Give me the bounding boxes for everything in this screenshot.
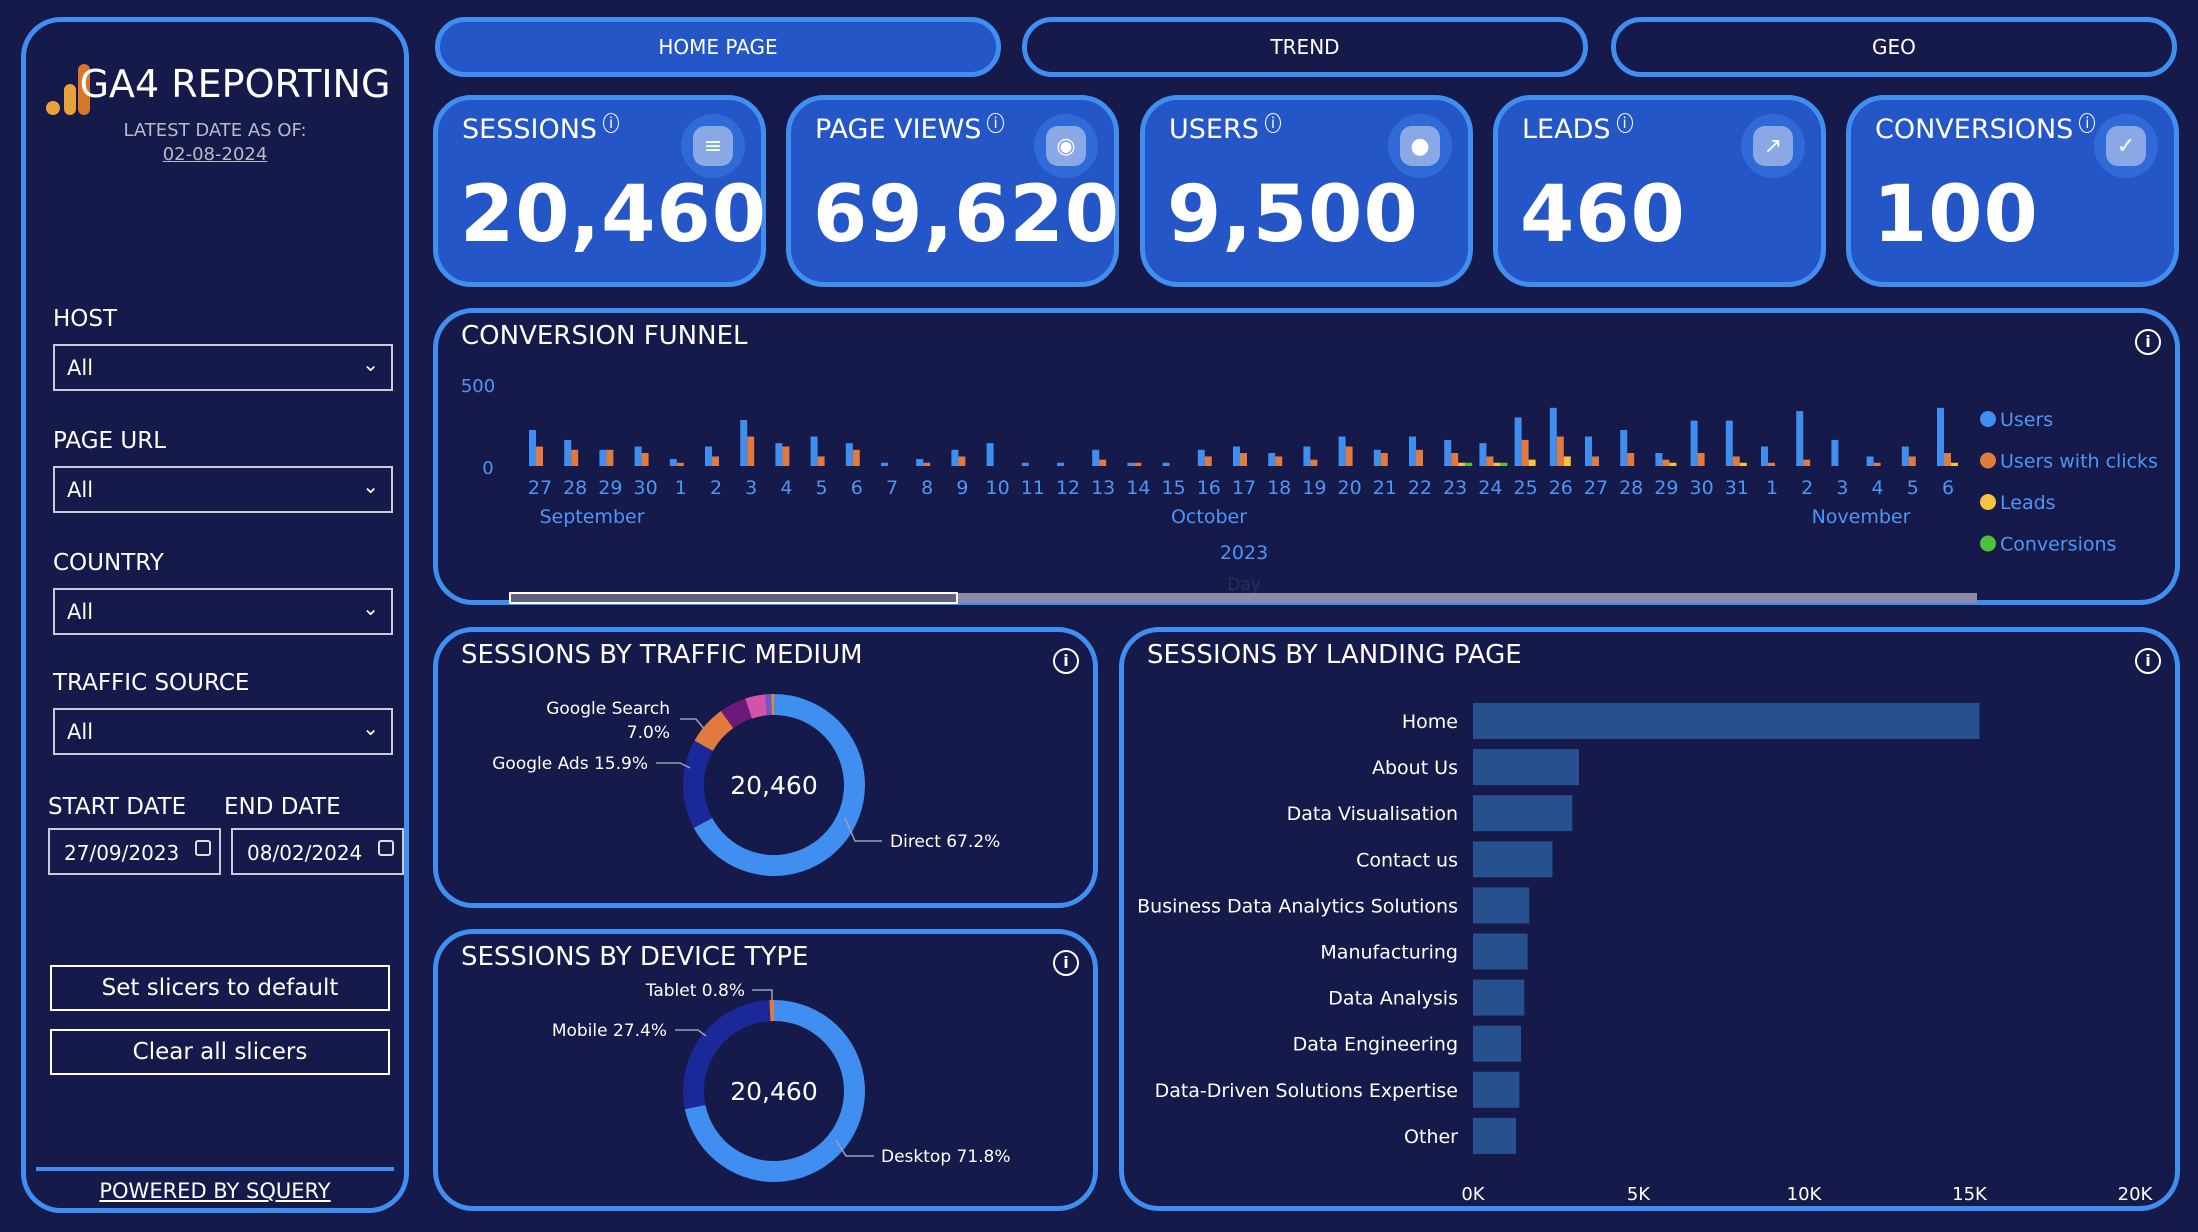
landing-page-bar[interactable] [1473, 841, 1553, 878]
landing-page-bar[interactable] [1473, 703, 1980, 739]
category-label: Other [1404, 1126, 1458, 1148]
label-leader-line [680, 718, 706, 731]
category-label: Data Analysis [1328, 988, 1458, 1010]
slice-label: Mobile 27.4% [552, 1021, 667, 1041]
landing-page-bar[interactable] [1473, 795, 1573, 832]
category-label: About Us [1372, 757, 1458, 779]
label-leader-line [752, 989, 773, 1000]
category-label: Data Engineering [1293, 1034, 1458, 1056]
landing-page-bar[interactable] [1473, 887, 1530, 924]
x-tick-label: 20K [2118, 1184, 2154, 1205]
label-leader-line [675, 1029, 707, 1037]
category-label: Data-Driven Solutions Expertise [1155, 1080, 1458, 1102]
category-label: Data Visualisation [1287, 803, 1458, 825]
landing-page-bar[interactable] [1473, 933, 1528, 970]
category-label: Home [1402, 711, 1458, 733]
landing-page-bar[interactable] [1473, 1117, 1517, 1154]
landing-page-bar[interactable] [1473, 979, 1525, 1016]
slice-label: Desktop 71.8% [881, 1147, 1011, 1167]
landing-page-bar[interactable] [1473, 1071, 1520, 1108]
donut-slice[interactable] [683, 740, 713, 828]
x-tick-label: 5K [1627, 1184, 1651, 1205]
category-label: Business Data Analytics Solutions [1137, 895, 1458, 917]
slice-label: Google Search [546, 699, 670, 719]
category-label: Contact us [1356, 849, 1458, 871]
slice-label: Google Ads 15.9% [492, 754, 648, 774]
donut-center-total: 20,460 [730, 1077, 817, 1106]
slice-label: Tablet 0.8% [645, 981, 745, 1001]
category-label: Manufacturing [1320, 942, 1458, 964]
x-tick-label: 15K [1952, 1184, 1988, 1205]
x-tick-label: 0K [1461, 1184, 1485, 1205]
landing-page-bar[interactable] [1473, 1025, 1521, 1062]
landing-page-bar[interactable] [1473, 749, 1579, 786]
x-tick-label: 10K [1787, 1184, 1823, 1205]
lower-charts: 20,460 Direct 67.2% Google Ads 15.9% Google… [492, 694, 2154, 1205]
slice-label: Direct 67.2% [890, 832, 1000, 852]
donut-center-total: 20,460 [730, 771, 817, 800]
slice-label: 7.0% [627, 723, 670, 743]
